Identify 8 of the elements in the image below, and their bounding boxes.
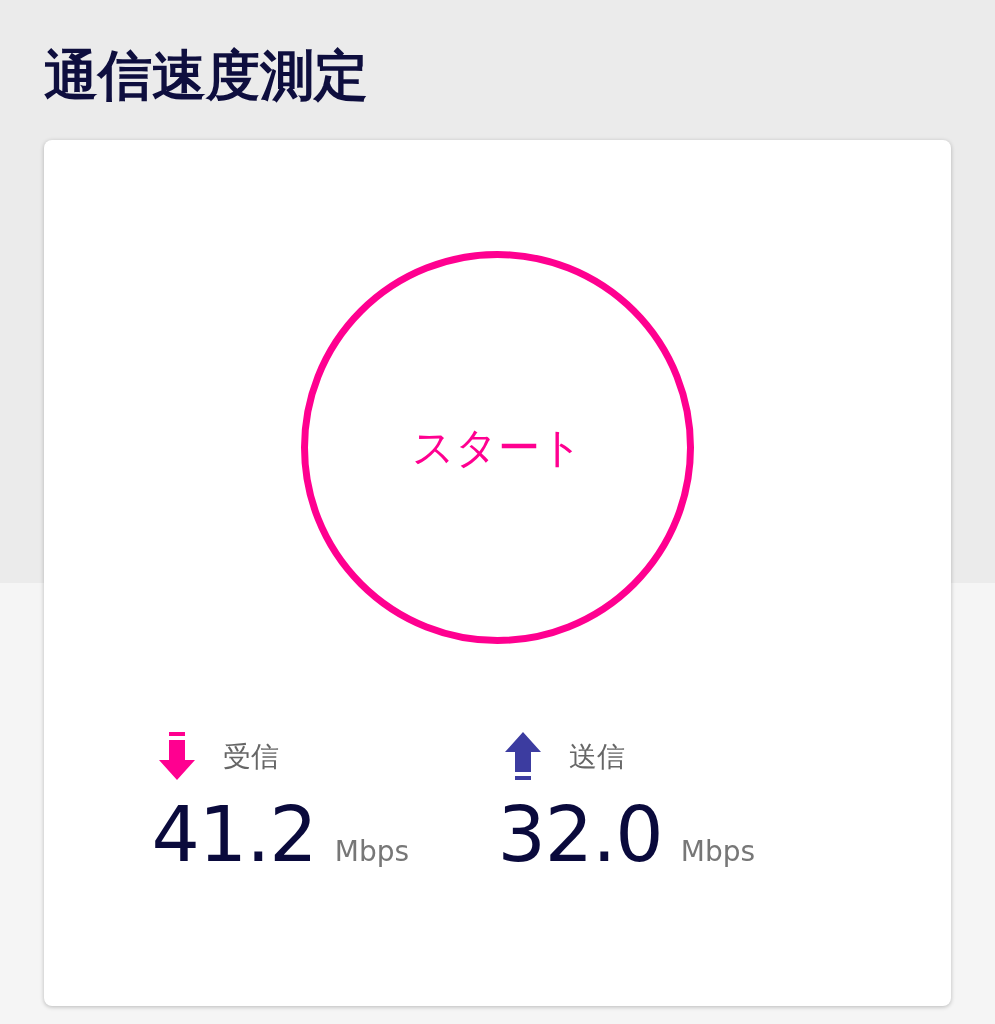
speed-unit: Mbps [334, 835, 409, 868]
speed-value: 41.2 [151, 790, 317, 879]
start-button[interactable]: スタート [301, 251, 694, 644]
speed-value: 32.0 [497, 790, 663, 879]
result-label: 送信 [568, 739, 625, 775]
result-label: 受信 [222, 739, 279, 775]
speed-unit: Mbps [680, 835, 755, 868]
page-title: 通信速度測定 [44, 44, 369, 109]
